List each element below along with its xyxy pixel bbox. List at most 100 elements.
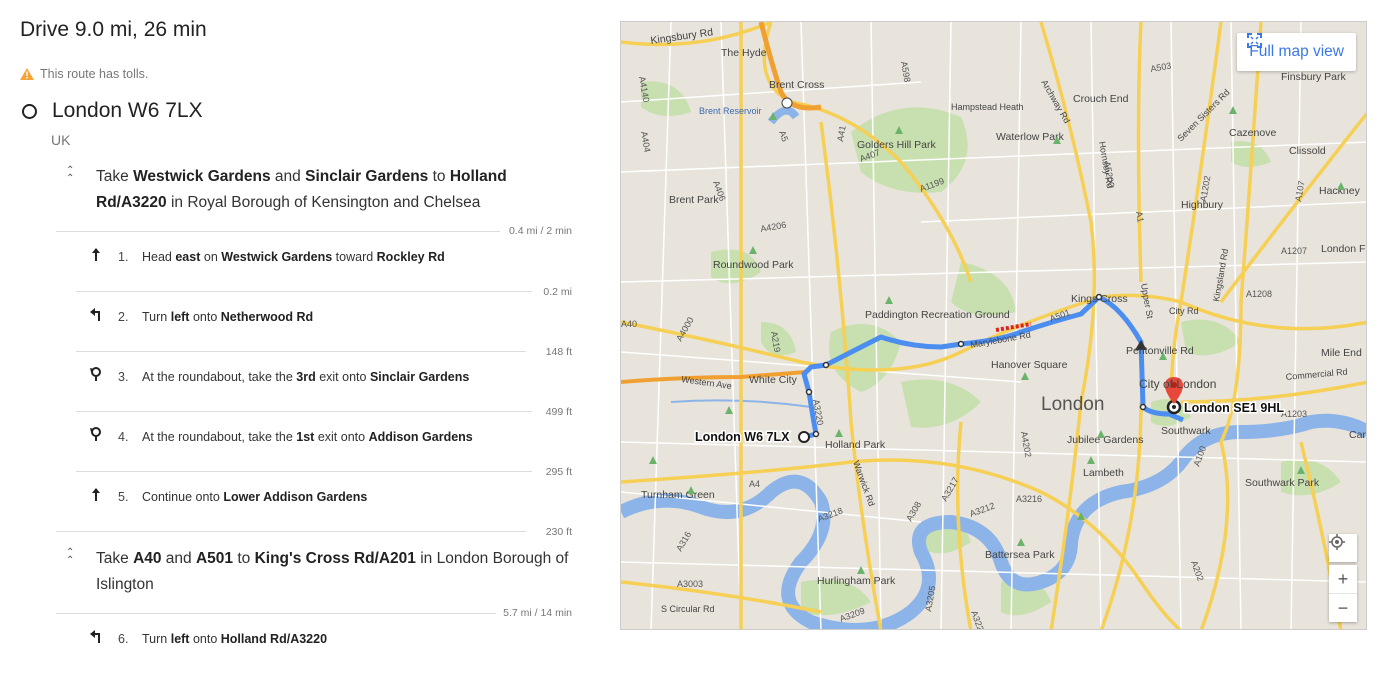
place-label: Southwark — [1161, 425, 1211, 437]
step-text: Turn — [142, 632, 171, 646]
step-text: exit onto — [315, 370, 370, 384]
place-label: Brent Park — [669, 194, 719, 206]
road-label: A4000 — [674, 315, 696, 343]
route-group[interactable]: ⌃ ⌃ Take A40 and A501 to King's Cross Rd/… — [56, 546, 572, 620]
road-label: A316 — [674, 530, 693, 553]
road-label: A1 — [1134, 211, 1146, 224]
step-text: exit onto — [314, 430, 369, 444]
motorway — [758, 22, 822, 111]
group-text: in Royal Borough of Kensington and Chels… — [166, 194, 481, 211]
zoom-out-button[interactable]: − — [1329, 593, 1357, 622]
road-label: A503 — [1150, 60, 1172, 74]
straight-arrow-icon — [92, 248, 100, 261]
step-instruction: At the roundabout, take the 1st exit ont… — [142, 430, 473, 444]
step-text: toward — [332, 250, 377, 264]
step-distance: 230 ft — [541, 526, 572, 538]
road-label: A4140 — [637, 76, 651, 103]
place-label: Upper St — [1139, 283, 1155, 320]
place-label: Golders Hill Park — [857, 139, 937, 151]
place-label: Cazenove — [1229, 127, 1276, 139]
step-instruction: At the roundabout, take the 3rd exit ont… — [142, 370, 469, 384]
place-label: Hurlingham Park — [817, 575, 896, 587]
origin-header[interactable]: London W6 7LX — [22, 99, 203, 123]
road-label: A3212 — [968, 501, 996, 519]
road-label: A41 — [835, 125, 848, 143]
zoom-in-button[interactable]: + — [1329, 565, 1357, 593]
place-label: Waterlow Park — [996, 131, 1065, 143]
step-bold: Netherwood Rd — [220, 310, 314, 324]
step-bold: east — [175, 250, 201, 264]
road-label: A3003 — [677, 579, 703, 589]
step-instruction: Head east on Westwick Gardens toward Roc… — [142, 250, 445, 264]
step-number: 3. — [118, 370, 129, 384]
clock-icon — [781, 97, 793, 109]
origin-country: UK — [51, 132, 71, 148]
step-number: 6. — [118, 632, 129, 646]
tolls-text: This route has tolls. — [40, 67, 149, 81]
step-bold: Lower Addison Gardens — [223, 490, 368, 504]
map-canvas[interactable]: A41 A5 A406 A4140 A598 A407 A5200 A1 A50… — [621, 22, 1367, 630]
collapse-icon[interactable]: ⌃ ⌃ — [66, 548, 74, 566]
my-location-icon — [1329, 534, 1357, 562]
place-label: Pentonville Rd — [1126, 345, 1194, 357]
step-bold: 1st — [296, 430, 315, 444]
step-row[interactable]: 6. Turn left onto Holland Rd/A3220 — [76, 614, 572, 674]
straight-arrow-icon — [92, 488, 100, 501]
step-bold: Westwick Gardens — [221, 250, 333, 264]
place-label: Finsbury Park — [1281, 71, 1347, 83]
road-label: A40 — [621, 319, 637, 329]
step-number: 2. — [118, 310, 129, 324]
route-group-header[interactable]: ⌃ ⌃ Take A40 and A501 to King's Cross Rd/… — [56, 546, 572, 598]
place-label: Crouch End — [1073, 93, 1129, 105]
step-row[interactable]: 5. Continue onto Lower Addison Gardens 2… — [76, 472, 572, 538]
step-text: on — [200, 250, 222, 264]
my-location-button[interactable] — [1329, 534, 1357, 562]
group-text: and — [161, 550, 196, 567]
place-label: Paddington Recreation Ground — [865, 309, 1010, 321]
step-text: onto — [189, 632, 221, 646]
place-label: Warwick Rd — [851, 459, 877, 507]
full-map-view-button[interactable]: Full map view — [1237, 33, 1356, 71]
warning-icon — [20, 68, 34, 80]
step-instruction: Turn left onto Netherwood Rd — [142, 310, 313, 324]
origin-marker[interactable] — [798, 431, 810, 443]
route-group-header[interactable]: ⌃ ⌃ Take Westwick Gardens and Sinclair Ga… — [56, 164, 572, 216]
group-text: and — [270, 168, 306, 185]
tolls-warning: This route has tolls. — [20, 67, 148, 81]
road-label: A4206 — [760, 220, 787, 234]
place-label: S Circular Rd — [661, 604, 715, 614]
step-row[interactable]: 3. At the roundabout, take the 3rd exit … — [76, 352, 572, 418]
route-group[interactable]: ⌃ ⌃ Take Westwick Gardens and Sinclair Ga… — [56, 164, 572, 238]
step-text: Continue onto — [142, 490, 224, 504]
step-row[interactable]: 4. At the roundabout, take the 1st exit … — [76, 412, 572, 478]
step-row[interactable]: 2. Turn left onto Netherwood Rd 148 ft — [76, 292, 572, 358]
step-bold: Addison Gardens — [368, 430, 473, 444]
route-map[interactable]: A41 A5 A406 A4140 A598 A407 A5200 A1 A50… — [620, 21, 1367, 630]
place-label: Kings Cross — [1071, 293, 1128, 305]
road-label: A1203 — [1281, 409, 1307, 419]
place-label: White City — [749, 374, 798, 386]
place-label: Battersea Park — [985, 549, 1055, 561]
road-label: A4 — [749, 479, 760, 489]
road-label: A3216 — [1016, 494, 1042, 504]
road-label: A308 — [904, 500, 923, 523]
road-label: A404 — [639, 131, 653, 153]
step-text: onto — [189, 310, 221, 324]
route-summary-title: Drive 9.0 mi, 26 min — [20, 18, 207, 41]
road-label: A1207 — [1281, 246, 1307, 256]
step-row[interactable]: 1. Head east on Westwick Gardens toward … — [76, 232, 572, 298]
place-label: Highbury — [1181, 199, 1224, 211]
collapse-icon[interactable]: ⌃ ⌃ — [66, 166, 74, 184]
place-label: Canal — [1349, 429, 1367, 441]
directions-panel: Drive 9.0 mi, 26 min This route has toll… — [0, 0, 600, 655]
step-instruction: Turn left onto Holland Rd/A3220 — [142, 632, 327, 646]
step-instruction: Continue onto Lower Addison Gardens — [142, 490, 367, 504]
road-label: A598 — [899, 61, 913, 83]
expand-icon — [1247, 33, 1263, 48]
divider — [56, 531, 526, 532]
step-text: At the roundabout, take the — [142, 370, 297, 384]
place-label: Mile End — [1321, 347, 1362, 359]
step-text: At the roundabout, take the — [142, 430, 297, 444]
place-label: Archway Rd — [1039, 78, 1072, 125]
group-road: Westwick Gardens — [133, 168, 271, 185]
